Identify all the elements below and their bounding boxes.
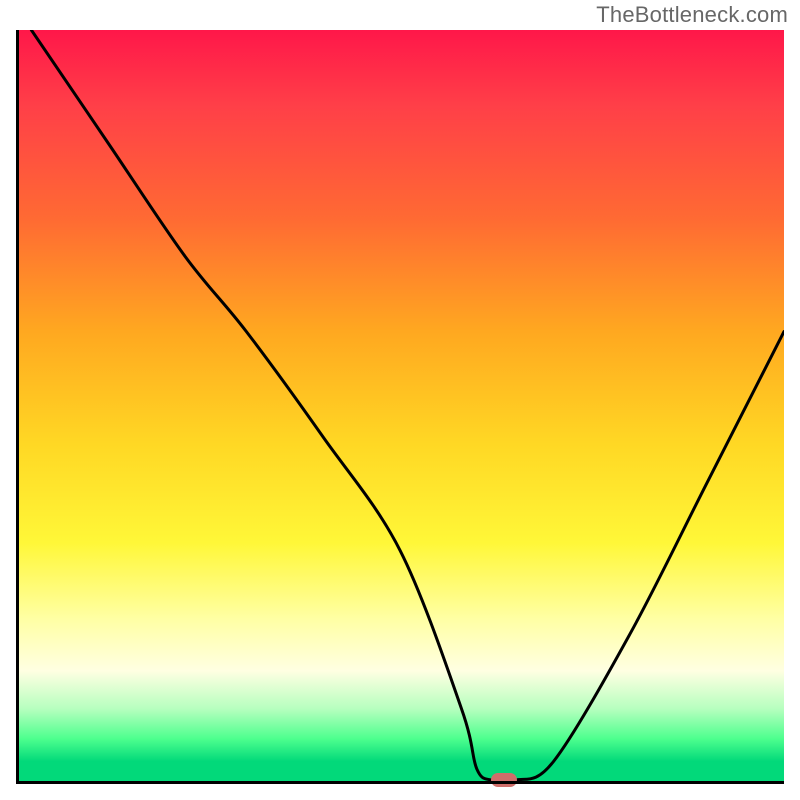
bottleneck-curve <box>16 30 784 784</box>
chart-container: TheBottleneck.com <box>0 0 800 800</box>
optimal-marker <box>491 773 517 787</box>
plot-area <box>16 30 784 784</box>
watermark-label: TheBottleneck.com <box>596 2 788 28</box>
